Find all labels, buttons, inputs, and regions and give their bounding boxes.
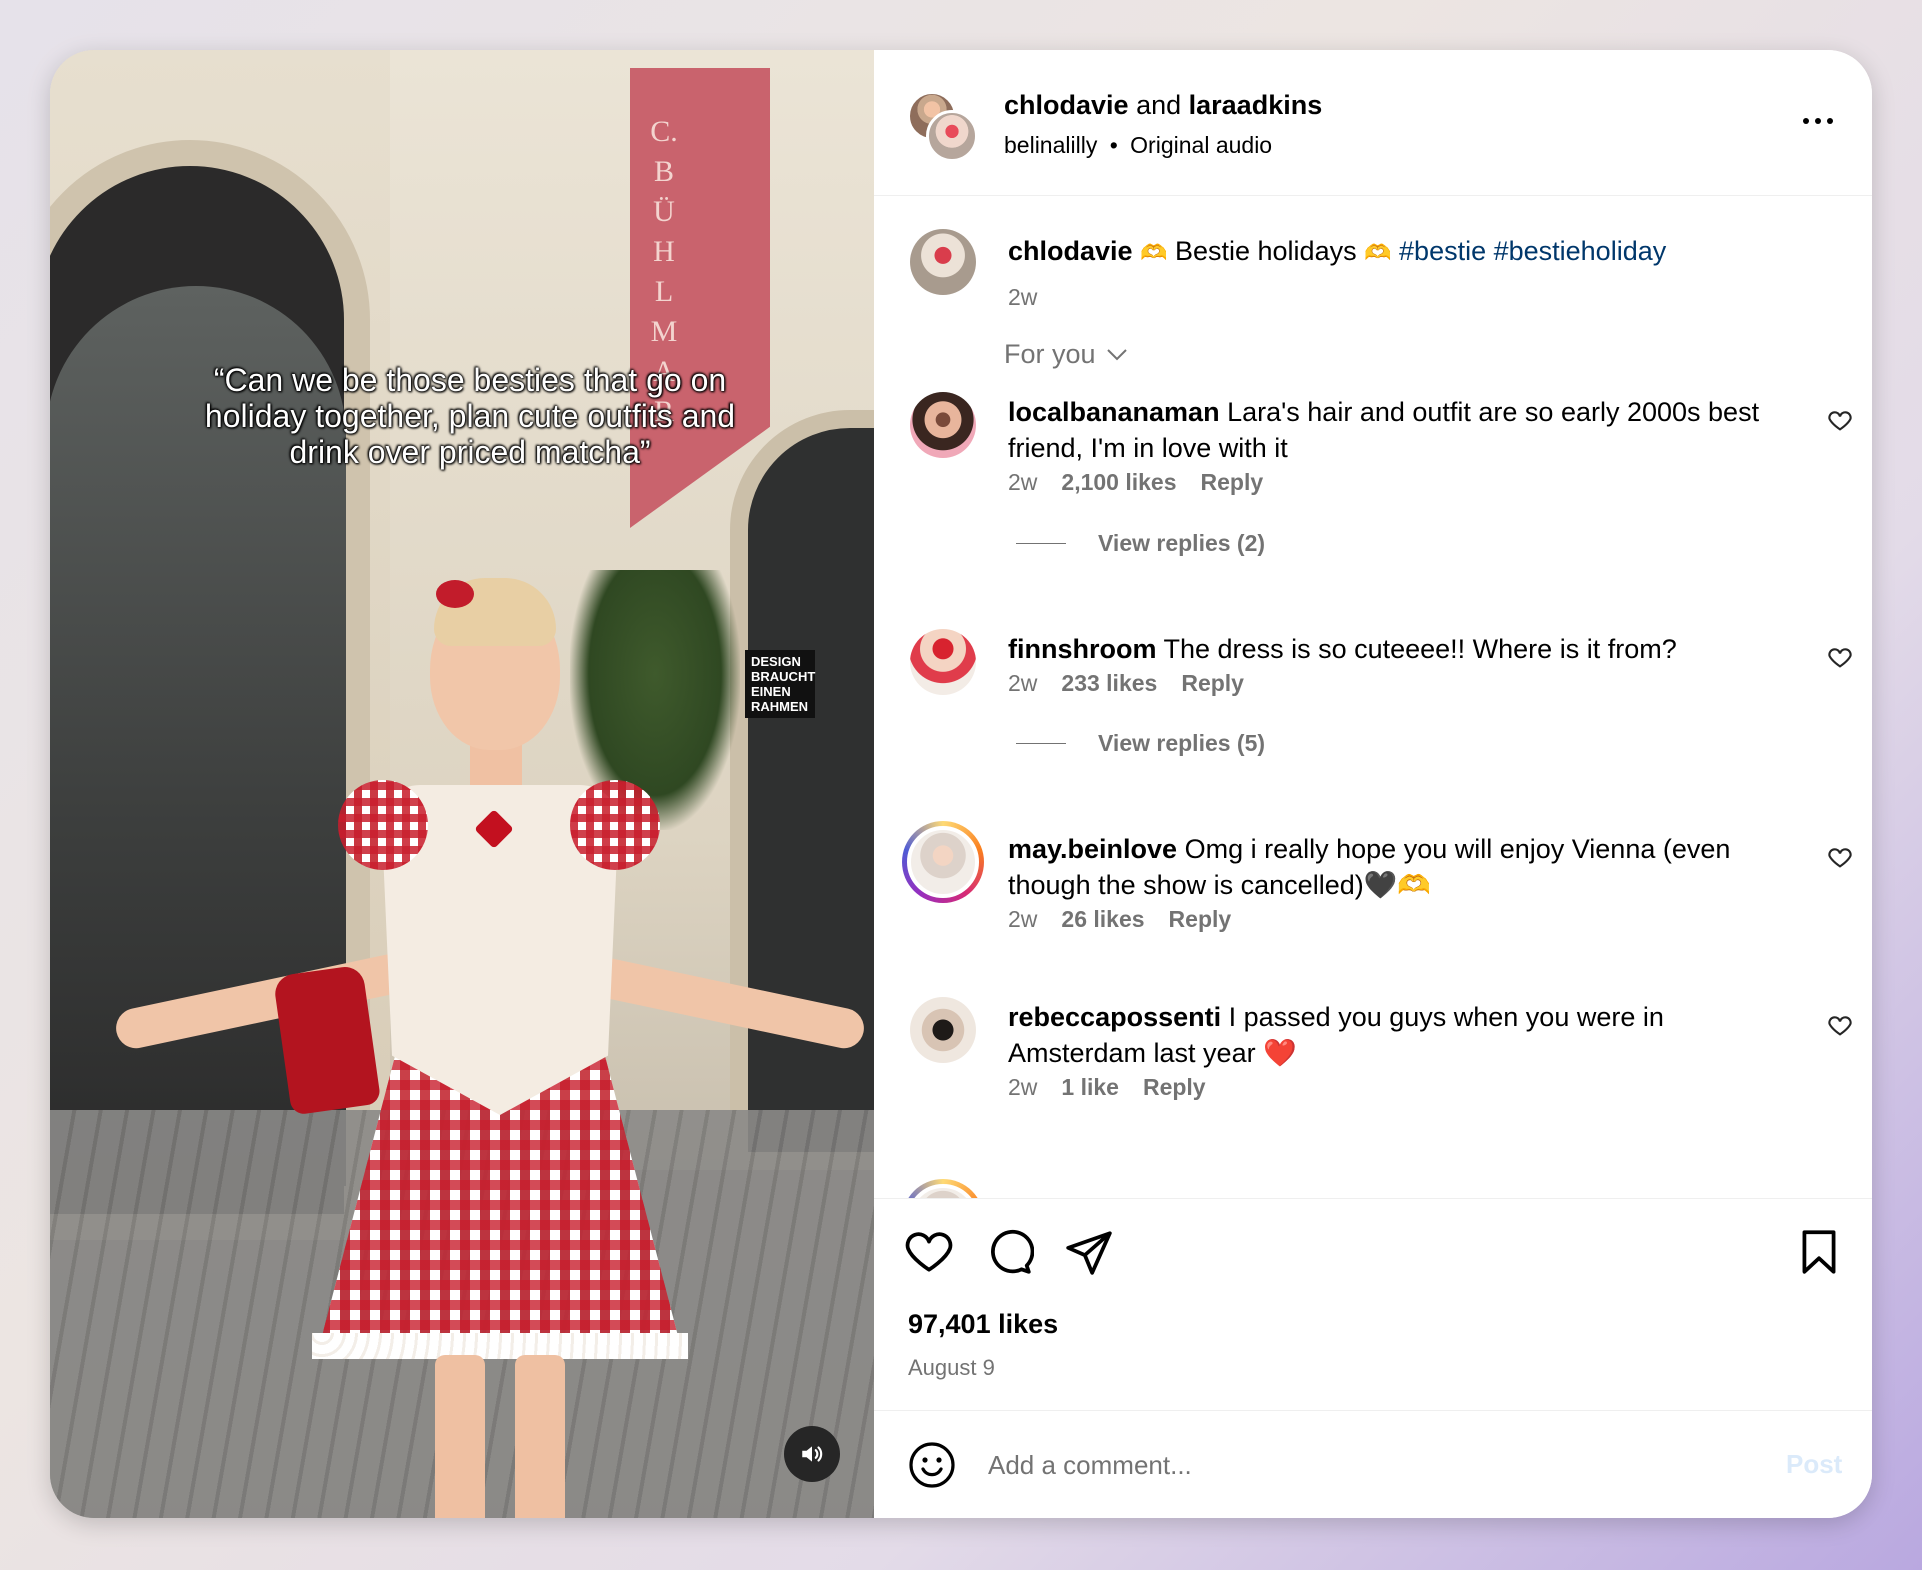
- hair-bow: [436, 580, 474, 608]
- separator-dot: •: [1109, 132, 1118, 158]
- post-panel: chlodavie and laraadkins belinalilly • O…: [874, 50, 1872, 1518]
- avatar[interactable]: [910, 229, 976, 295]
- view-replies-label: View replies (5): [1098, 730, 1266, 756]
- chevron-down-icon: [1106, 348, 1127, 360]
- comment-body: The dress is so cuteeee!! Where is it fr…: [1163, 634, 1677, 664]
- reply-button[interactable]: Reply: [1143, 1074, 1206, 1101]
- sort-label: For you: [1004, 339, 1096, 369]
- audio-link[interactable]: Original audio: [1130, 132, 1272, 158]
- view-replies-button[interactable]: View replies (5): [1016, 730, 1265, 757]
- avatar[interactable]: [910, 629, 976, 695]
- caption-text: Bestie holidays: [1174, 236, 1357, 266]
- avatar-story-ring[interactable]: [902, 821, 984, 903]
- avatar-story-ring[interactable]: [902, 1179, 984, 1198]
- heart-icon[interactable]: [1826, 643, 1854, 671]
- more-icon: [1803, 118, 1809, 124]
- avatar[interactable]: [910, 392, 976, 458]
- heart-hands-emoji: 🫶: [1364, 240, 1392, 265]
- username-link[interactable]: chlodavie: [1004, 90, 1129, 120]
- post-window: C. B Ü H L M A R DESIGN BRAUCHT EINEN RAHMEN “C…: [50, 50, 1872, 1518]
- tagged-user-link[interactable]: belinalilly: [1004, 132, 1097, 158]
- heart-icon[interactable]: [904, 1227, 954, 1277]
- comment-text: rebeccapossenti I passed you guys when y…: [1008, 999, 1788, 1071]
- comment-text: finnshroom The dress is so cuteeee!! Whe…: [1008, 631, 1788, 667]
- divider: [1016, 543, 1066, 544]
- comment-composer: Post: [874, 1410, 1872, 1518]
- comment-meta: 2w 233 likes Reply: [1008, 670, 1244, 697]
- username-link[interactable]: chlodavie: [1008, 236, 1133, 266]
- comment-meta: 2w 26 likes Reply: [1008, 906, 1231, 933]
- post-caption: chlodavie 🫶 Bestie holidays 🫶 #bestie #b…: [1008, 233, 1828, 271]
- comment-sort-dropdown[interactable]: For you: [1004, 339, 1128, 370]
- bookmark-icon[interactable]: [1794, 1227, 1844, 1277]
- comment-text: localbananaman Lara's hair and outfit ar…: [1008, 394, 1788, 466]
- emoji-icon[interactable]: [908, 1441, 956, 1489]
- more-options-button[interactable]: [1796, 106, 1840, 136]
- username-link[interactable]: laraadkins: [1189, 90, 1323, 120]
- username-link[interactable]: finnshroom: [1008, 634, 1157, 664]
- post-video[interactable]: C. B Ü H L M A R DESIGN BRAUCHT EINEN RAHMEN “C…: [50, 50, 874, 1518]
- audio-toggle-button[interactable]: [784, 1426, 840, 1482]
- view-replies-label: View replies (2): [1098, 530, 1266, 556]
- comment-likes[interactable]: 2,100 likes: [1061, 469, 1176, 496]
- comment-meta: 2w 2,100 likes Reply: [1008, 469, 1263, 496]
- hashtag-links[interactable]: #bestie #bestieholiday: [1399, 236, 1666, 266]
- comment-time[interactable]: 2w: [1008, 1074, 1037, 1101]
- avatar[interactable]: [926, 110, 978, 162]
- reply-button[interactable]: Reply: [1201, 469, 1264, 496]
- username-link[interactable]: rebeccapossenti: [1008, 1002, 1221, 1032]
- post-subtitle: belinalilly • Original audio: [1004, 132, 1272, 159]
- reply-button[interactable]: Reply: [1169, 906, 1232, 933]
- comment-likes[interactable]: 233 likes: [1061, 670, 1157, 697]
- and-label: and: [1136, 90, 1182, 120]
- comment-meta: 2w 1 like Reply: [1008, 1074, 1206, 1101]
- speaker-icon: [802, 1446, 823, 1462]
- comment-likes[interactable]: 1 like: [1061, 1074, 1119, 1101]
- red-handbag: [272, 964, 382, 1116]
- heart-icon[interactable]: [1826, 843, 1854, 871]
- heart-icon[interactable]: [1826, 1011, 1854, 1039]
- share-icon[interactable]: [1064, 1227, 1114, 1277]
- heart-icon[interactable]: [1826, 406, 1854, 434]
- collab-avatars[interactable]: [908, 92, 978, 162]
- username-link[interactable]: may.beinlove: [1008, 834, 1177, 864]
- divider: [1016, 743, 1066, 744]
- comments-scroll-area[interactable]: chlodavie 🫶 Bestie holidays 🫶 #bestie #b…: [874, 197, 1872, 1198]
- post-date[interactable]: August 9: [908, 1355, 995, 1381]
- comment-time[interactable]: 2w: [1008, 906, 1037, 933]
- comment-icon[interactable]: [984, 1227, 1034, 1277]
- caption-timestamp[interactable]: 2w: [1008, 284, 1037, 311]
- comment-likes[interactable]: 26 likes: [1061, 906, 1144, 933]
- post-comment-button[interactable]: Post: [1786, 1449, 1842, 1480]
- comment-text: may.beinlove Omg i really hope you will …: [1008, 831, 1788, 903]
- comment-time[interactable]: 2w: [1008, 469, 1037, 496]
- comment-input[interactable]: [988, 1441, 1688, 1489]
- avatar[interactable]: [910, 997, 976, 1063]
- username-link[interactable]: localbananaman: [1008, 397, 1220, 427]
- collab-usernames: chlodavie and laraadkins: [1004, 90, 1322, 121]
- likes-count[interactable]: 97,401 likes: [908, 1309, 1058, 1340]
- heart-hands-emoji: 🫶: [1140, 240, 1168, 265]
- video-overlay-text: “Can we be those besties that go on holi…: [204, 362, 736, 470]
- reply-button[interactable]: Reply: [1181, 670, 1244, 697]
- view-replies-button[interactable]: View replies (2): [1016, 530, 1265, 557]
- comment-time[interactable]: 2w: [1008, 670, 1037, 697]
- person: [50, 50, 874, 1518]
- post-header: chlodavie and laraadkins belinalilly • O…: [874, 50, 1872, 196]
